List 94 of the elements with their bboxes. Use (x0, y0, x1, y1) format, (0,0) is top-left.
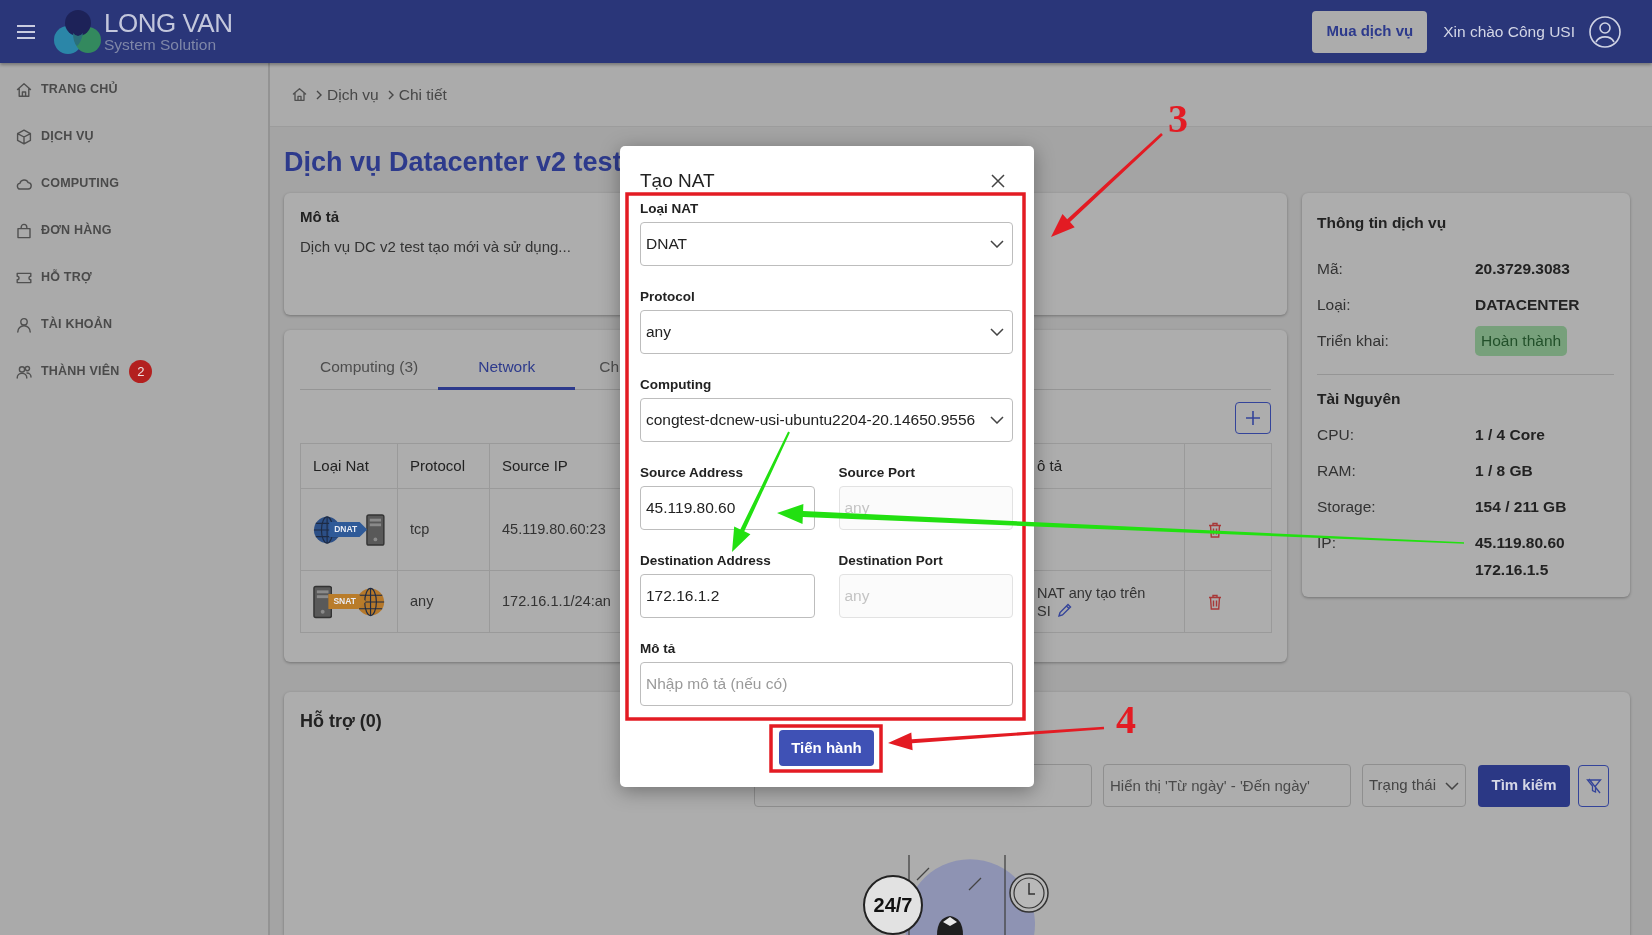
field-label: RAM: (1317, 461, 1357, 481)
field-label: Storage: (1317, 497, 1377, 517)
table-cell: tcp (397, 488, 490, 571)
field-value: 1 / 8 GB (1475, 461, 1533, 481)
logo-icon (52, 8, 102, 55)
user-avatar-icon[interactable] (1589, 15, 1621, 48)
nat-type-tag: DNAT (329, 522, 368, 537)
dialog-title: Tạo NAT (640, 169, 715, 193)
input-field[interactable]: Nhập mô tả (nếu có) (640, 662, 1013, 706)
user-icon (16, 316, 32, 333)
field-label: Mô tả (640, 640, 676, 658)
column-header: Protocol (397, 443, 490, 489)
field-label: Destination Port (838, 552, 943, 570)
field-value: DATACENTER (1475, 295, 1580, 315)
select-field[interactable]: any (640, 310, 1013, 354)
tab[interactable]: Ch (575, 346, 620, 390)
field-value: 1 / 4 Core (1475, 425, 1545, 445)
plus-icon (1245, 410, 1261, 426)
field-label: Source Port (838, 464, 916, 482)
cube-icon (16, 128, 32, 145)
chevron-down-icon (990, 240, 1004, 248)
input-field[interactable]: 172.16.1.2 (640, 574, 815, 618)
section-title: Mô tả (300, 207, 340, 227)
nat-type-tag: SNAT (328, 594, 366, 609)
home-icon (16, 81, 32, 98)
clock-icon (1008, 873, 1049, 913)
field-value: 45.119.80.60 (1475, 533, 1565, 553)
breadcrumb-link[interactable]: Chi tiết (398, 82, 447, 107)
close-icon[interactable] (991, 174, 1005, 188)
section-title: Thông tin dịch vụ (1317, 213, 1447, 233)
field-label: IP: (1317, 533, 1337, 553)
buy-service-button[interactable]: Mua dịch vụ (1312, 10, 1428, 53)
sidebar-item[interactable]: HỖ TRỢ (0, 254, 268, 301)
logo-subtitle: System Solution (104, 36, 217, 53)
logo-title: LONG VAN (104, 10, 233, 36)
submit-button[interactable]: Tiến hành (779, 730, 874, 766)
callout-number: 4 (1116, 697, 1136, 742)
breadcrumb-link[interactable]: Dịch vụ (327, 82, 379, 107)
filter-button[interactable] (1578, 764, 1609, 807)
table-cell: any (397, 570, 490, 633)
search-button[interactable]: Tìm kiếm (1478, 764, 1570, 807)
chevron-right-icon (316, 89, 322, 100)
sidebar-item[interactable]: TRANG CHỦ (0, 66, 268, 113)
status-select[interactable]: Trạng thái (1362, 764, 1466, 807)
field-label: Computing (640, 376, 712, 394)
column-header: Loại Nat (300, 443, 398, 489)
description-text: NAT any tạo trên (1037, 583, 1146, 602)
select-field[interactable]: congtest-dcnew-usi-ubuntu2204-20.14650.9556 (640, 398, 1013, 442)
shopping-bag-icon (16, 222, 32, 239)
field-value: 20.3729.3083 (1475, 259, 1570, 279)
field-label: Loại NAT (640, 200, 699, 218)
add-button[interactable] (1235, 402, 1271, 434)
chevron-down-icon (1445, 781, 1459, 790)
input-field[interactable]: 45.119.80.60 (640, 486, 815, 530)
callout-number: 3 (1168, 96, 1188, 141)
sidebar-item[interactable]: COMPUTING (0, 160, 268, 207)
description-text: SI (1037, 601, 1051, 620)
field-label: Loại: (1317, 295, 1352, 315)
sidebar-item[interactable]: THÀNH VIÊN 2 (0, 348, 268, 395)
menu-icon[interactable] (17, 24, 35, 39)
notification-badge: 2 (129, 360, 153, 383)
section-title: Tài Nguyên (1317, 389, 1401, 409)
trash-icon[interactable] (1208, 521, 1222, 538)
filter-icon (1585, 777, 1602, 794)
field-label: CPU: (1317, 425, 1356, 445)
tab[interactable]: Computing (3) (300, 346, 439, 390)
field-label: Triển khai: (1317, 331, 1390, 351)
select-field[interactable]: DNAT (640, 222, 1013, 266)
sidebar-item[interactable]: TÀI KHOẢN (0, 301, 268, 348)
field-label: Source Address (640, 464, 744, 482)
service-hours-emblem: 24/7 (862, 875, 923, 935)
section-title: Hỗ trợ (0) (300, 710, 382, 732)
users-icon (16, 363, 32, 380)
server-icon (366, 512, 385, 547)
page-title: Dịch vụ Datacenter v2 test (284, 146, 622, 179)
description-text: Dịch vụ DC v2 test tạo mới và sử dụng... (300, 237, 571, 257)
field-value: 172.16.1.5 (1475, 560, 1550, 580)
chevron-right-icon (387, 89, 394, 100)
chevron-down-icon (990, 328, 1004, 336)
pencil-icon[interactable] (1056, 603, 1072, 618)
field-label: Destination Address (640, 552, 771, 570)
server-icon (313, 584, 333, 619)
greeting-text: Xin chào Công USI (1443, 21, 1575, 42)
tab[interactable]: Network (438, 346, 576, 390)
field-value: 154 / 211 GB (1475, 497, 1567, 517)
trash-icon[interactable] (1208, 593, 1222, 610)
field-label: Mã: (1317, 259, 1344, 279)
home-icon[interactable] (292, 87, 307, 102)
chevron-down-icon (990, 416, 1004, 424)
sidebar-item[interactable]: ĐƠN HÀNG (0, 207, 268, 254)
field-label: Protocol (640, 288, 695, 306)
sidebar-item[interactable]: DỊCH VỤ (0, 113, 268, 160)
status-badge: Hoàn thành (1475, 326, 1568, 356)
date-range-field[interactable]: Hiển thị 'Từ ngày' - 'Đến ngày' (1103, 764, 1351, 807)
